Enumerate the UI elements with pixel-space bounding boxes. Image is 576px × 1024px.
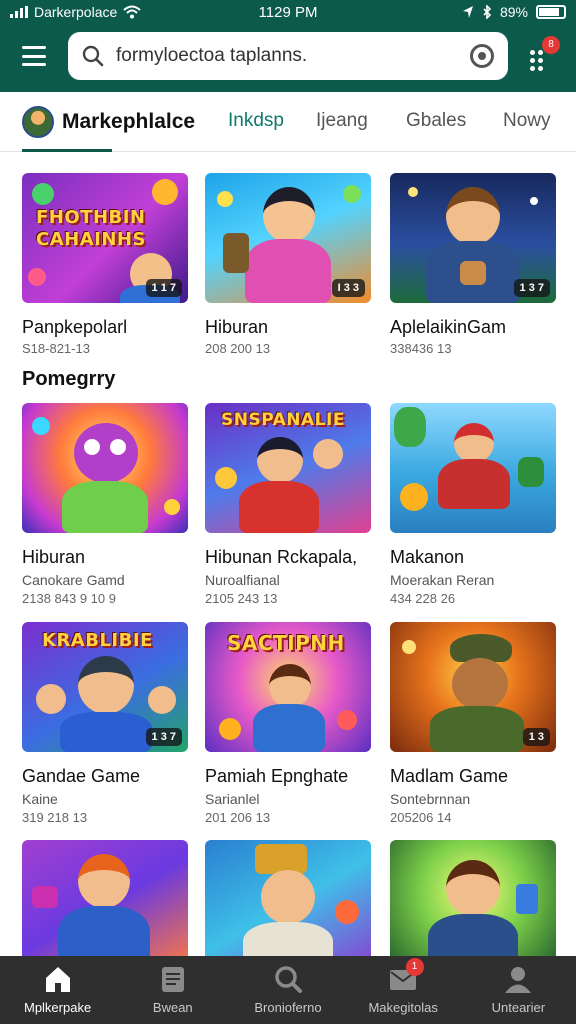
nav-item-makegitolas[interactable]: 1 Makegitolas <box>346 956 461 1024</box>
game-thumbnail: FHOTHBIN CAHAINHS 1 1 7 <box>22 173 188 303</box>
game-thumbnail <box>390 403 556 533</box>
card-subtitle: Canokare Gamd <box>22 572 125 588</box>
card-title: Gandae Game <box>22 766 141 786</box>
card-meta: 319 218 13 <box>22 810 88 825</box>
game-thumbnail: 1 3 7 <box>390 173 556 303</box>
card-title: Makanon <box>390 547 465 567</box>
card-subtitle: Moerakan Reran <box>390 572 495 588</box>
game-thumbnail: SACTIPNH <box>205 622 371 752</box>
card-title: Hibunan Rckapala, <box>205 547 358 567</box>
card-title: Hiburan <box>205 317 269 337</box>
bottom-navigation: Mplkerpake Bwean Bronioferno 1 Makegitol… <box>0 956 576 1024</box>
tab-brand-label: Markephlalce <box>62 110 196 133</box>
game-card[interactable]: KRABLIBIE 1 3 7 Gandae Game Kaine 319 21… <box>22 622 188 825</box>
card-title: Pamiah Epnghate <box>205 766 349 786</box>
apps-grid-icon[interactable]: 8 <box>528 36 560 74</box>
nav-label: Makegitolas <box>368 1000 438 1015</box>
profile-icon <box>505 967 532 993</box>
card-meta: 2138 843 9 10 9 <box>22 591 116 606</box>
game-card[interactable]: 1 3 Madlam Game Sontebrnnan 205206 14 <box>390 622 556 825</box>
search-icon <box>82 45 104 67</box>
game-card[interactable]: FHOTHBIN CAHAINHS 1 1 7 Panpkepolarl S18… <box>22 173 188 356</box>
notification-badge: 8 <box>542 36 560 54</box>
game-card[interactable]: I 3 3 Hiburan 208 200 13 <box>205 173 371 356</box>
tab-marketplace[interactable]: Markephlalce <box>22 102 195 142</box>
thumbnail-title: KRABLIBIE <box>42 630 153 651</box>
search-input[interactable] <box>116 45 470 67</box>
card-subtitle: Sontebrnnan <box>390 791 471 807</box>
nav-item-profile[interactable]: Untearier <box>461 956 576 1024</box>
tab-bar: Markephlalce Inkdsp Ijeang Gbales Nowy <box>0 92 576 152</box>
card-title: Madlam Game <box>390 766 509 786</box>
hamburger-menu-icon[interactable] <box>22 46 46 66</box>
app-bar: 8 <box>0 24 576 92</box>
section-title: Pomegrry <box>22 368 116 390</box>
document-icon <box>161 967 184 992</box>
nav-label: Bronioferno <box>254 1000 322 1015</box>
game-thumbnail: 1 3 <box>390 622 556 752</box>
game-card[interactable]: Makanon Moerakan Reran 434 228 26 <box>390 403 556 606</box>
status-bar: Darkerpolace 1129 PM 89% <box>0 0 576 24</box>
tab-inkdsp[interactable]: Inkdsp <box>228 110 284 132</box>
card-meta: 338436 13 <box>390 341 452 356</box>
game-thumbnail: SNSPANALIE <box>205 403 371 533</box>
card-subtitle: Nuroalfianal <box>205 572 280 588</box>
battery-percent: 89% <box>499 4 528 20</box>
card-title: AplelaikinGam <box>390 317 507 337</box>
episode-count-badge: 1 1 7 <box>145 279 182 297</box>
tab-ijeang[interactable]: Ijeang <box>316 110 368 132</box>
active-tab-indicator <box>22 149 112 152</box>
search-icon <box>275 966 302 993</box>
thumbnail-title: SACTIPNH <box>227 631 345 655</box>
card-meta: 201 206 13 <box>205 810 271 825</box>
nav-item-bwean[interactable]: Bwean <box>115 956 230 1024</box>
card-title: Panpkepolarl <box>22 317 128 337</box>
card-meta: 434 228 26 <box>390 591 456 606</box>
game-thumbnail <box>22 403 188 533</box>
episode-count-badge: 1 3 7 <box>145 728 182 746</box>
game-card[interactable]: SNSPANALIE Hibunan Rckapala, Nuroalfiana… <box>205 403 371 606</box>
game-card[interactable]: SACTIPNH Pamiah Epnghate Sarianlel 201 2… <box>205 622 371 825</box>
nav-item-bronioferno[interactable]: Bronioferno <box>230 956 345 1024</box>
game-thumbnail <box>205 840 371 970</box>
location-icon <box>462 6 473 18</box>
card-title: Hiburan <box>22 547 86 567</box>
thumbnail-title: SNSPANALIE <box>221 410 345 430</box>
episode-count-badge: I 3 3 <box>331 279 365 297</box>
nav-label: Mplkerpake <box>23 1000 92 1015</box>
tab-nowy[interactable]: Nowy <box>503 110 551 132</box>
game-card[interactable]: 1 3 7 AplelaikinGam 338436 13 <box>390 173 556 356</box>
notification-badge: 1 <box>405 958 424 976</box>
card-subtitle: Kaine <box>22 791 58 807</box>
search-bar[interactable] <box>68 32 508 80</box>
thumbnail-title: FHOTHBIN CAHAINHS <box>36 207 146 250</box>
nav-label: Untearier <box>491 1000 546 1015</box>
game-card[interactable] <box>390 840 556 970</box>
card-subtitle: Sarianlel <box>205 791 260 807</box>
nav-item-home[interactable]: Mplkerpake <box>0 956 115 1024</box>
game-card[interactable] <box>22 840 188 970</box>
game-thumbnail: KRABLIBIE 1 3 7 <box>22 622 188 752</box>
game-card[interactable] <box>205 840 371 970</box>
card-meta: 208 200 13 <box>205 341 271 356</box>
home-icon <box>45 967 70 992</box>
card-meta: 2105 243 13 <box>205 591 278 606</box>
game-thumbnail: I 3 3 <box>205 173 371 303</box>
compass-icon[interactable] <box>470 44 494 68</box>
battery-icon <box>536 5 566 19</box>
nav-label: Bwean <box>152 1000 193 1015</box>
bluetooth-icon <box>483 5 492 19</box>
episode-count-badge: 1 3 7 <box>513 279 550 297</box>
card-meta: 205206 14 <box>390 810 452 825</box>
tab-gbales[interactable]: Gbales <box>406 110 466 132</box>
game-thumbnail <box>390 840 556 970</box>
game-card[interactable]: Hiburan Canokare Gamd 2138 843 9 10 9 <box>22 403 188 606</box>
episode-count-badge: 1 3 <box>522 728 550 746</box>
game-thumbnail <box>22 840 188 970</box>
avatar <box>22 106 54 138</box>
card-meta: S18-821-13 <box>22 341 90 356</box>
